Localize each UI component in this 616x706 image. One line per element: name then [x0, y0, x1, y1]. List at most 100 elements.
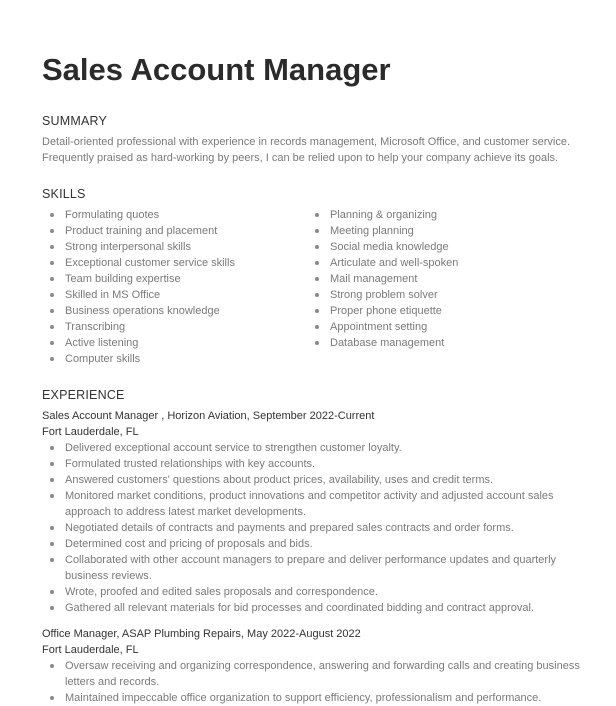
list-item-text: Computer skills [65, 353, 141, 365]
job-location: Fort Lauderdale, FL [42, 644, 139, 656]
list-item-text: Monitored market conditions, product inn… [65, 490, 554, 518]
bullet-icon [50, 664, 54, 668]
list-item-text: Planning & organizing [330, 209, 438, 221]
list-item: Collaborated with other account managers… [42, 552, 582, 584]
list-item-text: Skilled in MS Office [65, 289, 161, 301]
bullet-icon [50, 245, 54, 249]
list-item-text: Active listening [65, 337, 139, 349]
list-item: Strong problem solver [307, 287, 567, 303]
list-item: Determined cost and pricing of proposals… [42, 536, 582, 552]
bullet-icon [50, 341, 54, 345]
bullet-icon [315, 229, 319, 233]
list-item-text: Negotiated details of contracts and paym… [65, 522, 514, 534]
skills-heading: SKILLS [42, 187, 86, 201]
list-item-text: Determined cost and pricing of proposals… [65, 538, 313, 550]
list-item: Formulating quotes [42, 207, 302, 223]
list-item: Answered customers' questions about prod… [42, 472, 582, 488]
bullet-icon [315, 213, 319, 217]
experience-heading: EXPERIENCE [42, 388, 125, 402]
bullet-icon [315, 261, 319, 265]
list-item: Product training and placement [42, 223, 302, 239]
list-item: Transcribing [42, 319, 302, 335]
list-item: Appointment setting [307, 319, 567, 335]
list-item-text: Gathered all relevant materials for bid … [65, 602, 534, 614]
bullet-icon [50, 606, 54, 610]
bullet-icon [50, 325, 54, 329]
bullet-icon [50, 309, 54, 313]
list-item: Formulated trusted relationships with ke… [42, 456, 582, 472]
bullet-icon [315, 245, 319, 249]
list-item: Wrote, proofed and edited sales proposal… [42, 584, 582, 600]
job-title-line: Sales Account Manager , Horizon Aviation… [42, 410, 375, 422]
list-item: Gathered all relevant materials for bid … [42, 600, 582, 616]
list-item: Monitored market conditions, product inn… [42, 488, 582, 520]
list-item-text: Mail management [330, 273, 418, 285]
list-item: Exceptional customer service skills [42, 255, 302, 271]
list-item-text: Team building expertise [65, 273, 181, 285]
bullet-icon [315, 341, 319, 345]
list-item: Active listening [42, 335, 302, 351]
summary-heading: SUMMARY [42, 114, 108, 128]
list-item: Articulate and well-spoken [307, 255, 567, 271]
bullet-icon [315, 325, 319, 329]
bullet-icon [50, 558, 54, 562]
job-title-line: Office Manager, ASAP Plumbing Repairs, M… [42, 628, 361, 640]
list-item: Delivered exceptional account service to… [42, 440, 582, 456]
job-bullets: Delivered exceptional account service to… [42, 440, 582, 616]
bullet-icon [50, 293, 54, 297]
list-item-text: Business operations knowledge [65, 305, 220, 317]
list-item-text: Strong interpersonal skills [65, 241, 191, 253]
summary-text: Detail-oriented professional with experi… [42, 136, 571, 164]
job-entry: Office Manager, ASAP Plumbing Repairs, M… [42, 626, 582, 706]
list-item-text: Formulating quotes [65, 209, 160, 221]
bullet-icon [50, 478, 54, 482]
list-item: Strong interpersonal skills [42, 239, 302, 255]
list-item: Oversaw receiving and organizing corresp… [42, 658, 582, 690]
bullet-icon [315, 277, 319, 281]
list-item: Maintained impeccable office organizatio… [42, 690, 582, 706]
bullet-icon [50, 446, 54, 450]
list-item: Negotiated details of contracts and paym… [42, 520, 582, 536]
list-item: Mail management [307, 271, 567, 287]
list-item-text: Proper phone etiquette [330, 305, 442, 317]
bullet-icon [50, 462, 54, 466]
bullet-icon [50, 542, 54, 546]
list-item-text: Answered customers' questions about prod… [65, 474, 494, 486]
list-item-text: Delivered exceptional account service to… [65, 442, 402, 454]
list-item: Social media knowledge [307, 239, 567, 255]
list-item-text: Product training and placement [65, 225, 218, 237]
bullet-icon [50, 494, 54, 498]
job-location: Fort Lauderdale, FL [42, 426, 139, 438]
bullet-icon [50, 526, 54, 530]
list-item-text: Appointment setting [330, 321, 428, 333]
bullet-icon [50, 213, 54, 217]
list-item-text: Articulate and well-spoken [330, 257, 459, 269]
list-item: Business operations knowledge [42, 303, 302, 319]
list-item: Database management [307, 335, 567, 351]
list-item-text: Social media knowledge [330, 241, 449, 253]
list-item-text: Transcribing [65, 321, 126, 333]
list-item-text: Oversaw receiving and organizing corresp… [65, 660, 580, 688]
list-item: Skilled in MS Office [42, 287, 302, 303]
list-item-text: Formulated trusted relationships with ke… [65, 458, 316, 470]
list-item: Team building expertise [42, 271, 302, 287]
list-item: Meeting planning [307, 223, 567, 239]
bullet-icon [315, 309, 319, 313]
skills-list-left: Formulating quotes Product training and p… [42, 207, 302, 367]
list-item-text: Meeting planning [330, 225, 414, 237]
job-bullets: Oversaw receiving and organizing corresp… [42, 658, 582, 706]
list-item-text: Collaborated with other account managers… [65, 554, 557, 582]
bullet-icon [50, 590, 54, 594]
list-item-text: Database management [330, 337, 445, 349]
list-item: Computer skills [42, 351, 302, 367]
list-item-text: Wrote, proofed and edited sales proposal… [65, 586, 378, 598]
bullet-icon [50, 261, 54, 265]
bullet-icon [50, 229, 54, 233]
resume-title: Sales Account Manager [42, 52, 391, 87]
list-item: Planning & organizing [307, 207, 567, 223]
bullet-icon [315, 293, 319, 297]
job-entry: Sales Account Manager , Horizon Aviation… [42, 408, 582, 616]
skills-list-right: Planning & organizing Meeting planning Soc… [307, 207, 567, 351]
list-item: Proper phone etiquette [307, 303, 567, 319]
bullet-icon [50, 277, 54, 281]
